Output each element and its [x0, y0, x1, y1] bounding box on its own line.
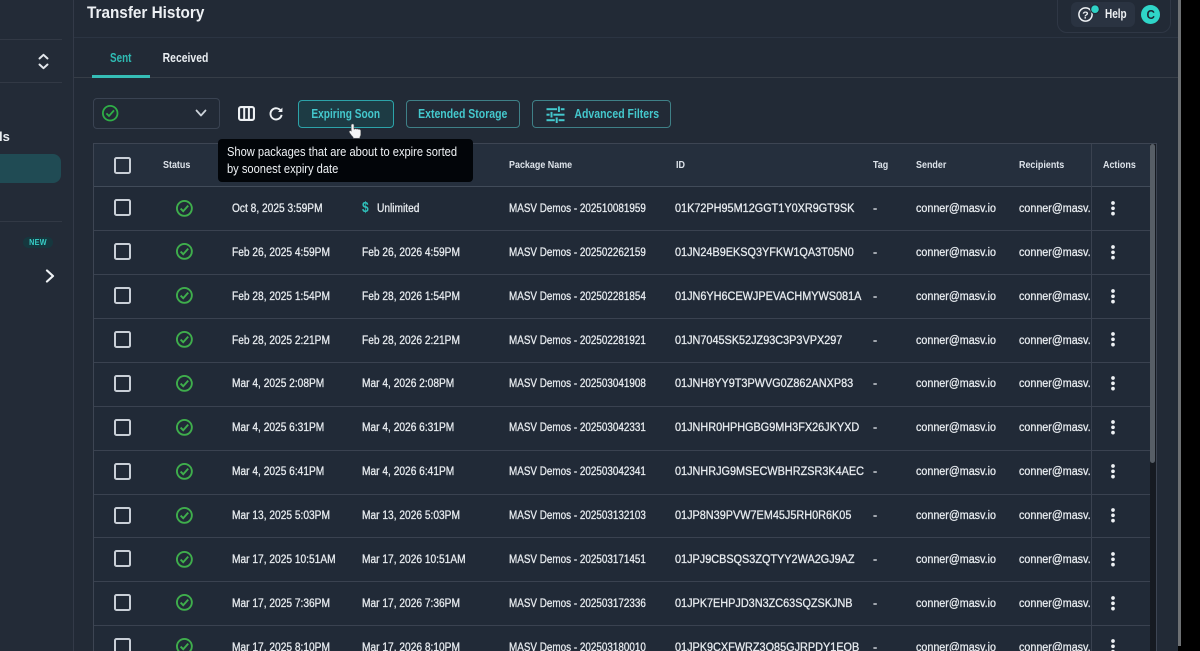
svg-text:?: ? — [1082, 9, 1088, 21]
